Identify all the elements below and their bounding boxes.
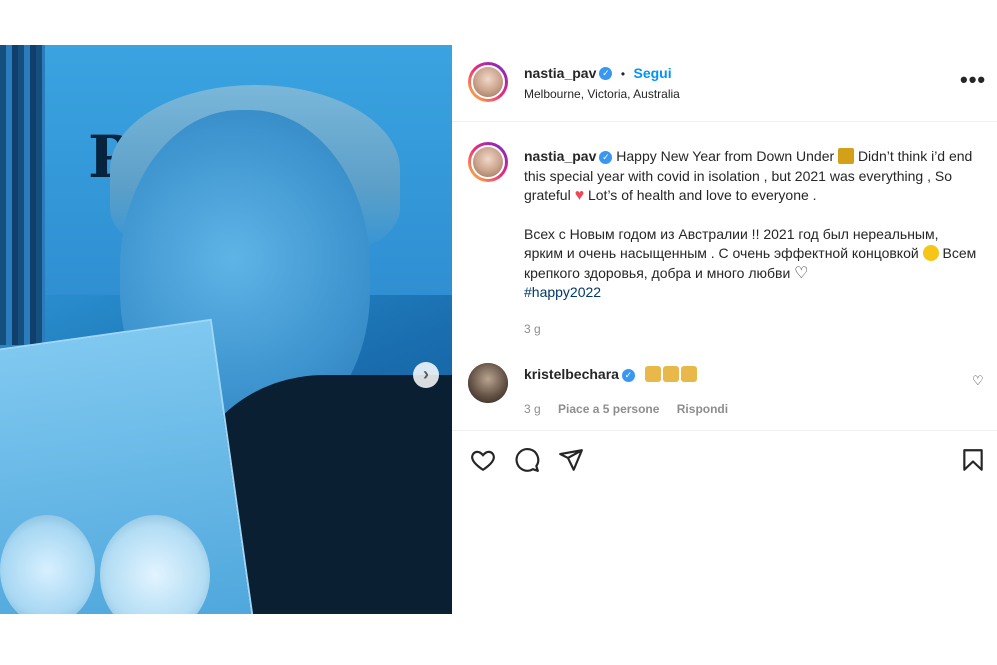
follow-button[interactable]: Segui bbox=[633, 65, 671, 81]
header-username[interactable]: nastia_pav bbox=[524, 65, 596, 81]
comment-meta: 3 g Piace a 5 persone Rispondi bbox=[524, 402, 742, 416]
comment-icon[interactable] bbox=[514, 447, 540, 473]
hashtag-link[interactable]: #happy2022 bbox=[524, 284, 601, 300]
comment-reply-button[interactable]: Rispondi bbox=[677, 402, 728, 416]
post-header: nastia_pav ✓ • Segui Melbourne, Victoria,… bbox=[452, 45, 997, 122]
bookmark-icon[interactable] bbox=[960, 447, 986, 473]
more-options-icon[interactable]: ••• bbox=[960, 67, 986, 93]
caption-text: Lot’s of health and love to everyone . bbox=[587, 187, 817, 203]
white-heart-emoji-icon: ♡ bbox=[794, 264, 809, 282]
comment: kristelbechara ✓ bbox=[524, 366, 699, 382]
comment-time[interactable]: 3 g bbox=[524, 402, 541, 416]
caption-text-ru: Всех с Новым годом из Австралии !! 2021 … bbox=[524, 225, 939, 262]
comment-likes[interactable]: Piace a 5 persone bbox=[558, 402, 659, 416]
photo-cupcake bbox=[0, 515, 95, 614]
post-caption: nastia_pav ✓ Happy New Year from Down Und… bbox=[524, 147, 980, 303]
header-user-row: nastia_pav ✓ • Segui bbox=[524, 65, 672, 83]
caption-username[interactable]: nastia_pav bbox=[524, 148, 596, 164]
post-photo[interactable]: P › bbox=[0, 45, 452, 614]
heart-icon[interactable] bbox=[470, 447, 496, 473]
grin-emoji-icon bbox=[922, 245, 939, 261]
photo-pillar bbox=[0, 45, 45, 345]
separator: • bbox=[620, 67, 626, 81]
next-photo-button[interactable]: › bbox=[413, 362, 439, 388]
comment-like-heart-icon[interactable]: ♡ bbox=[972, 373, 984, 389]
caption-text: Happy New Year from Down Under bbox=[616, 148, 835, 164]
toast-emoji-icon bbox=[644, 366, 661, 382]
crown-emoji-icon bbox=[838, 148, 855, 164]
avatar[interactable] bbox=[468, 62, 508, 102]
toast-emoji-icon bbox=[662, 366, 679, 382]
avatar[interactable] bbox=[468, 363, 508, 403]
red-heart-emoji-icon: ♥ bbox=[574, 187, 585, 204]
comment-username[interactable]: kristelbechara bbox=[524, 366, 619, 382]
toast-emoji-icon bbox=[680, 366, 697, 382]
comment-emojis bbox=[644, 366, 699, 382]
verified-icon: ✓ bbox=[599, 67, 613, 81]
action-bar bbox=[452, 430, 997, 615]
verified-icon: ✓ bbox=[621, 368, 635, 382]
post-panel: nastia_pav ✓ • Segui Melbourne, Victoria,… bbox=[452, 45, 997, 614]
verified-icon: ✓ bbox=[599, 150, 613, 164]
share-icon[interactable] bbox=[558, 447, 584, 473]
avatar[interactable] bbox=[468, 142, 508, 182]
location-link[interactable]: Melbourne, Victoria, Australia bbox=[524, 87, 680, 101]
caption-time[interactable]: 3 g bbox=[524, 322, 541, 336]
